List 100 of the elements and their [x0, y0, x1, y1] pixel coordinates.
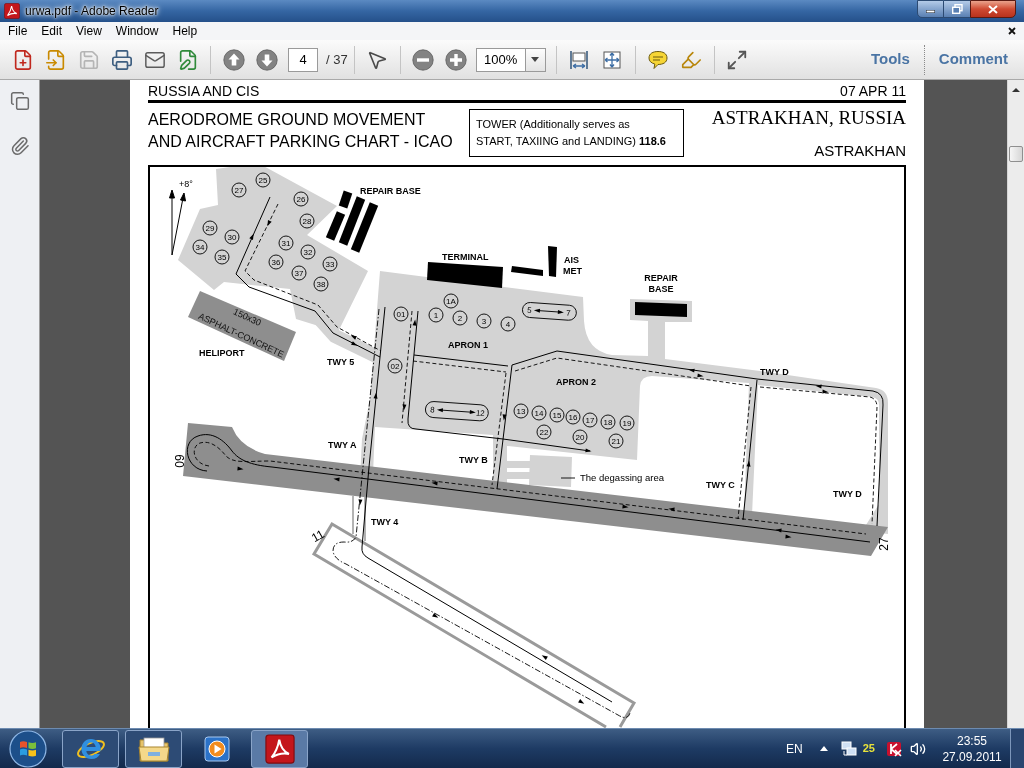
parking-stand-marker: 14 — [531, 405, 547, 421]
north-arrow-icon — [169, 189, 186, 256]
building-label: BASE — [648, 284, 674, 294]
degassing-area — [505, 455, 572, 487]
media-player-icon — [203, 735, 230, 762]
scroll-up-button[interactable] — [1010, 86, 1022, 94]
logo-icon — [9, 729, 47, 768]
parking-stand-marker: 27 — [231, 182, 247, 198]
panel-button[interactable]: Comment — [936, 48, 1010, 71]
parking-stand-marker: 31 — [278, 235, 294, 251]
zoom-dropdown-button[interactable] — [525, 47, 546, 72]
parking-stand-marker: 18 — [600, 414, 616, 430]
minimize-button[interactable] — [917, 0, 944, 18]
magnetic-variation-label: +8° — [179, 179, 193, 189]
parking-stand-marker: 13 — [513, 403, 529, 419]
small-building — [511, 266, 543, 276]
panel-button[interactable]: Tools — [868, 48, 912, 71]
parking-stand-marker: 35 — [214, 249, 230, 265]
building-label: REPAIR — [644, 273, 678, 283]
taxiway-label: TWY 5 — [327, 357, 355, 367]
repair-base-building — [635, 302, 687, 317]
area-note: The degassing area — [580, 472, 664, 483]
restore-icon — [951, 4, 963, 14]
language-indicator[interactable]: EN — [786, 739, 803, 758]
zoom-field[interactable]: 100% — [475, 47, 526, 72]
speech-bubble-icon — [647, 48, 670, 71]
pdf-icon — [264, 733, 295, 764]
taskbar-button[interactable] — [125, 729, 182, 768]
chart-date: 07 APR 11 — [840, 82, 906, 100]
save-icon — [77, 48, 100, 71]
document-arrow-icon — [44, 48, 67, 71]
caret-up-icon — [1012, 88, 1020, 92]
apron-label: APRON 1 — [448, 340, 488, 350]
runway-designator: 09 — [173, 454, 187, 468]
close-icon — [1008, 27, 1016, 35]
parking-stand-marker: 01 — [393, 306, 409, 322]
network-icon[interactable] — [840, 740, 857, 757]
speaker-icon[interactable] — [910, 740, 926, 757]
tower-building — [548, 246, 557, 277]
stand-range-marker: 5 7 — [521, 301, 578, 322]
start-button[interactable] — [8, 729, 48, 768]
menu-item[interactable]: Window — [108, 23, 166, 39]
parking-stand-marker: 4 — [500, 316, 516, 332]
parking-stand-marker: 25 — [255, 172, 271, 188]
menu-item[interactable]: Edit — [34, 23, 70, 39]
parking-stand-marker: 1A — [443, 293, 459, 309]
taxiway-label: TWY D — [760, 367, 789, 377]
parking-stand-marker: 21 — [608, 433, 624, 449]
parking-stand-marker: 17 — [582, 412, 598, 428]
parking-stand-marker: 38 — [313, 276, 329, 292]
taxiway-label: TWY C — [706, 480, 735, 490]
runway-designator: 27 — [877, 537, 891, 551]
chart-title: AERODROME GROUND MOVEMENT AND AIRCRAFT PARKING CHART - ICAO — [148, 110, 454, 152]
plus-icon — [445, 48, 468, 71]
taxiway-label: TWY A — [328, 440, 357, 450]
scrollbar-thumb[interactable] — [1009, 146, 1023, 162]
parking-stand-marker: 26 — [293, 191, 309, 207]
fit-page-icon — [601, 48, 624, 71]
slashed-tile-icon[interactable] — [886, 740, 902, 757]
menu-item[interactable]: View — [69, 23, 109, 39]
parking-stand-marker: 1 — [428, 307, 444, 323]
close-button[interactable] — [970, 0, 1016, 18]
parking-stand-marker: 28 — [299, 213, 315, 229]
minus-icon — [412, 48, 435, 71]
menu-item[interactable]: File — [1, 23, 35, 39]
menu-item[interactable]: Help — [165, 23, 205, 39]
caret-down-icon — [531, 57, 540, 62]
airport-name: ASTRAKHAN — [814, 141, 906, 161]
expand-icon — [726, 48, 749, 71]
parking-stand-marker: 30 — [224, 229, 240, 245]
show-desktop-button[interactable] — [1010, 729, 1024, 768]
leader-line — [560, 477, 576, 479]
parking-stand-marker: 3 — [476, 313, 492, 329]
parking-stand-marker: 29 — [202, 220, 218, 236]
parking-stand-marker: 19 — [619, 415, 635, 431]
parking-stand-marker: 36 — [268, 254, 284, 270]
arrow-down-icon — [255, 48, 278, 71]
parking-stand-marker: 16 — [565, 409, 581, 425]
close-document-button[interactable] — [1006, 25, 1018, 37]
taskbar-button[interactable] — [251, 729, 308, 768]
apron-label: APRON 2 — [556, 377, 596, 387]
clock-button[interactable]: 23:55 27.09.2011 — [940, 732, 1004, 765]
parking-stand-marker: 2 — [452, 310, 468, 326]
scrollbar[interactable] — [1007, 80, 1024, 728]
parking-stand-marker: 34 — [192, 239, 208, 255]
restore-button[interactable] — [944, 0, 970, 18]
taxiway — [352, 495, 366, 542]
page-number-field[interactable]: 4 — [288, 47, 318, 72]
parking-stand-marker: 33 — [322, 256, 338, 272]
window-title: urwa.pdf - Adobe Reader — [25, 3, 159, 19]
parking-stand-marker: 02 — [387, 358, 403, 374]
paperclip-icon — [9, 136, 30, 156]
taxiway-label: TWY B — [459, 455, 488, 465]
page-count-label: / 37 — [326, 50, 348, 69]
runway-designator: 11 — [309, 526, 327, 546]
tray-counter[interactable]: 25 — [862, 740, 875, 757]
close-icon — [988, 4, 998, 14]
parking-stand-marker: 37 — [291, 265, 307, 281]
taxiway-label: TWY D — [833, 489, 862, 499]
caret-up-icon — [819, 746, 828, 751]
